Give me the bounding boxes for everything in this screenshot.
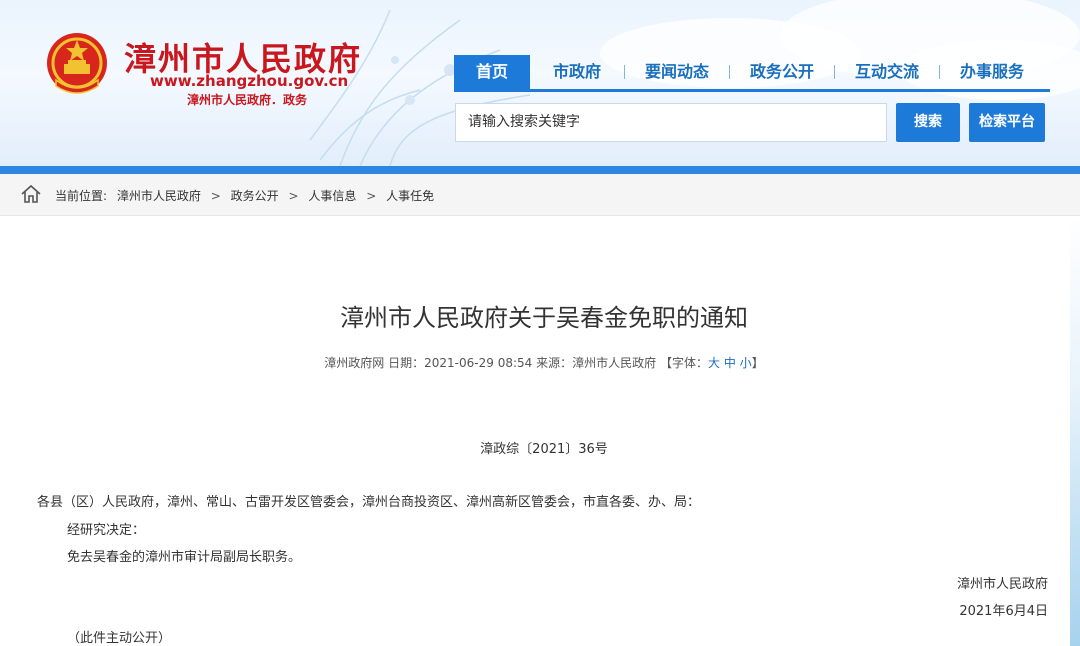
meta-source-label: 来源： xyxy=(536,356,573,370)
disclosure-note: （此件主动公开） xyxy=(67,631,172,646)
recipients-text: 各县（区）人民政府，漳州、常山、古雷开发区管委会，漳州台商投资区、漳州高新区管委… xyxy=(37,495,701,510)
font-size-small-button[interactable]: 小 xyxy=(740,356,752,370)
breadcrumb-item-city-government[interactable]: 漳州市人民政府 xyxy=(117,189,201,203)
site-subtitle: 漳州市人民政府．政务 xyxy=(187,93,308,107)
breadcrumb: 当前位置: 漳州市人民政府 > 政务公开 > 人事信息 > 人事任免 xyxy=(55,187,440,204)
nav-item-city-government[interactable]: 市政府 xyxy=(530,55,624,89)
decision-text: 免去吴春金的漳州市审计局副局长职务。 xyxy=(67,550,302,565)
decision-intro-text: 经研究决定： xyxy=(67,523,146,538)
breadcrumb-item-personnel-info[interactable]: 人事信息 xyxy=(308,189,356,203)
breadcrumb-separator: > xyxy=(366,189,377,203)
meta-source-site: 漳州政府网 xyxy=(324,356,385,370)
meta-font-label: 【字体： xyxy=(659,356,708,370)
nav-item-interaction[interactable]: 互动交流 xyxy=(835,55,939,89)
header-divider xyxy=(0,166,1080,174)
search-button[interactable]: 搜索 xyxy=(896,103,960,142)
background-edge-decoration xyxy=(1070,216,1080,646)
search-platform-button[interactable]: 检索平台 xyxy=(969,103,1045,142)
site-url: www.zhangzhou.gov.cn xyxy=(150,72,349,90)
home-icon[interactable] xyxy=(20,184,42,204)
meta-source: 漳州市人民政府 xyxy=(572,356,657,370)
font-size-large-button[interactable]: 大 xyxy=(708,356,720,370)
breadcrumb-separator: > xyxy=(288,189,299,203)
nav-item-news[interactable]: 要闻动态 xyxy=(625,55,729,89)
breadcrumb-item-appointments[interactable]: 人事任免 xyxy=(386,189,434,203)
document-number: 漳政综〔2021〕36号 xyxy=(480,442,608,457)
article-title: 漳州市人民政府关于吴春金免职的通知 xyxy=(340,304,748,332)
signature-text: 漳州市人民政府 xyxy=(956,577,1048,592)
meta-date-label: 日期： xyxy=(388,356,425,370)
search-input[interactable]: 请输入搜索关键字 xyxy=(455,103,887,142)
breadcrumb-prefix: 当前位置: xyxy=(55,189,108,203)
signed-date-text: 2021年6月4日 xyxy=(959,604,1048,619)
article-meta: 漳州政府网 日期：2021-06-29 08:54 来源：漳州市人民政府 【字体… xyxy=(0,354,1080,371)
breadcrumb-separator: > xyxy=(210,189,221,203)
nav-item-services[interactable]: 办事服务 xyxy=(940,55,1044,89)
national-emblem-icon xyxy=(47,33,107,94)
meta-date: 2021-06-29 08:54 xyxy=(424,356,533,370)
meta-font-close: 】 xyxy=(751,356,764,370)
nav-item-home[interactable]: 首页 xyxy=(454,55,530,89)
nav-item-government-affairs[interactable]: 政务公开 xyxy=(730,55,834,89)
font-size-medium-button[interactable]: 中 xyxy=(724,356,736,370)
main-nav: 首页 市政府 要闻动态 政务公开 互动交流 办事服务 xyxy=(454,55,1050,89)
breadcrumb-item-government-affairs[interactable]: 政务公开 xyxy=(231,189,279,203)
site-header: 漳州市人民政府 www.zhangzhou.gov.cn 漳州市人民政府．政务 … xyxy=(0,0,1080,166)
nav-underline xyxy=(454,89,1050,92)
